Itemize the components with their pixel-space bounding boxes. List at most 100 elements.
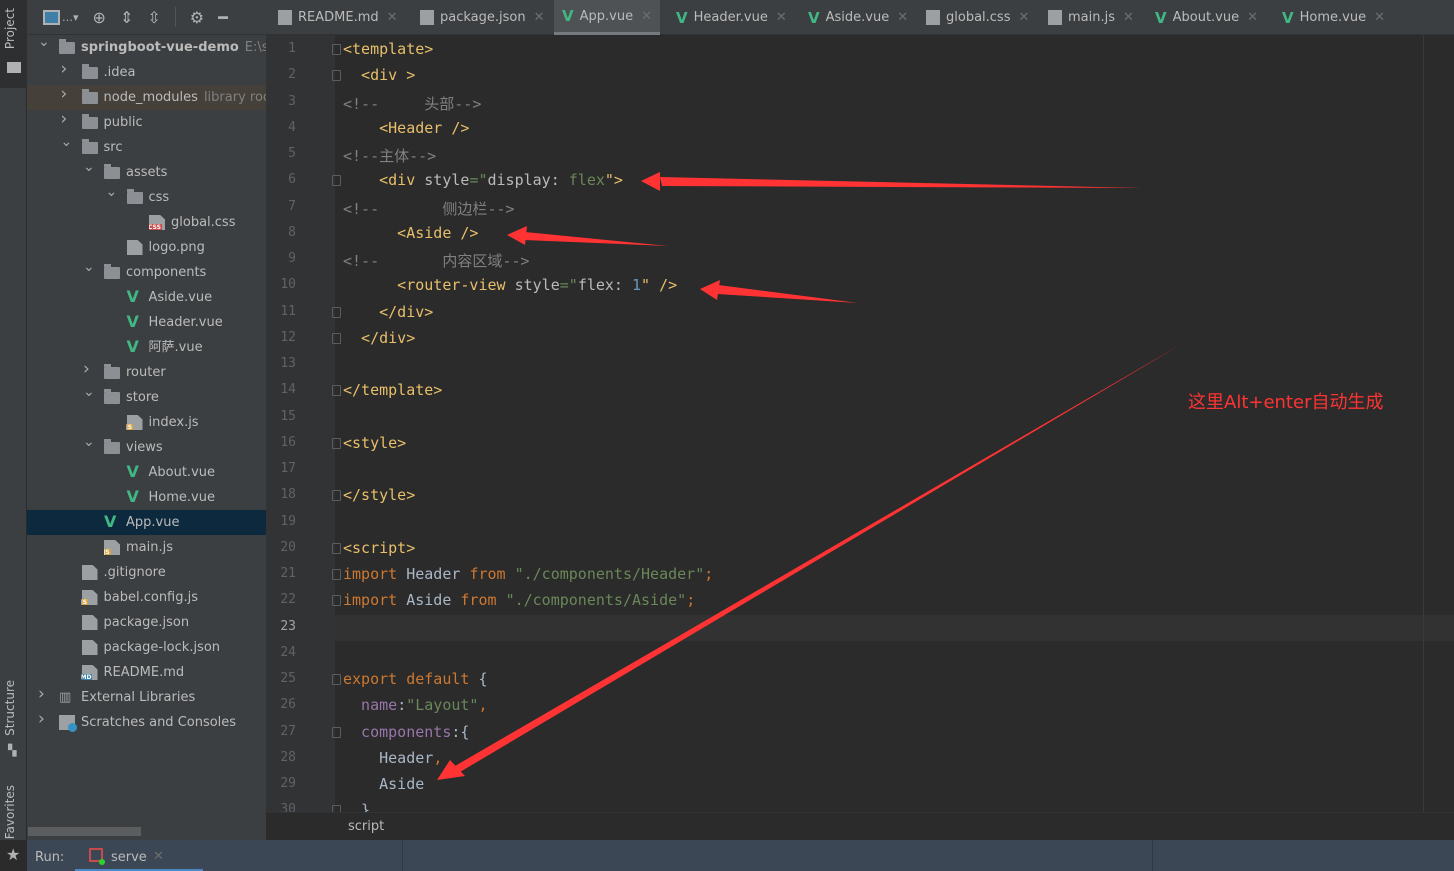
chevron-down-icon[interactable]: ⌄ [83, 160, 95, 174]
line-number: 24 [280, 644, 296, 660]
chevron-right-icon[interactable]: › [61, 111, 71, 128]
tree-item[interactable]: CSS global.css [27, 210, 266, 235]
chevron-right-icon[interactable]: › [61, 61, 71, 78]
close-icon[interactable]: ✕ [153, 849, 164, 864]
tab-global-css[interactable]: global.css ✕ [918, 0, 1037, 35]
expand-all-icon[interactable]: ⇕ [120, 8, 133, 27]
fold-marker-icon[interactable] [332, 306, 341, 318]
horizontal-scrollbar[interactable] [28, 827, 141, 836]
tab-home-vue[interactable]: V Home.vue ✕ [1274, 0, 1393, 35]
chevron-right-icon[interactable]: › [61, 86, 71, 103]
chevron-down-icon[interactable]: ⌄ [61, 135, 73, 149]
fold-marker-icon[interactable] [332, 805, 341, 812]
close-icon[interactable]: ✕ [776, 10, 787, 25]
close-icon[interactable]: ✕ [1374, 10, 1385, 25]
tree-item[interactable]: ⌄ store [27, 385, 266, 410]
tree-item[interactable]: › .idea [27, 60, 266, 85]
view-mode-dropdown[interactable]: …▾ [43, 9, 79, 25]
tree-item[interactable]: JS babel.config.js [27, 585, 266, 610]
chevron-down-icon[interactable]: ⌄ [38, 35, 50, 49]
tree-item[interactable]: JS main.js [27, 535, 266, 560]
tree-item[interactable]: package.json [27, 610, 266, 635]
tab-about-vue[interactable]: V About.vue ✕ [1147, 0, 1266, 35]
tree-item[interactable]: JS index.js [27, 410, 266, 435]
tree-item[interactable]: V App.vue [27, 510, 266, 535]
tree-item[interactable]: MD README.md [27, 660, 266, 685]
fold-marker-icon[interactable] [332, 175, 341, 187]
tree-item[interactable]: V Home.vue [27, 485, 266, 510]
breadcrumb-item[interactable]: script [348, 819, 384, 834]
tree-item[interactable]: › public [27, 110, 266, 135]
chevron-down-icon[interactable]: ⌄ [83, 435, 95, 449]
tree-item-label: components [126, 260, 206, 285]
chevron-right-icon[interactable]: › [38, 711, 48, 728]
code-editor[interactable]: 1 <template> 2 <div > 3 <!-- 头部--> 4 <Header … [266, 35, 1454, 812]
code-token: </div> [343, 328, 416, 347]
close-icon[interactable]: ✕ [1123, 10, 1134, 25]
tab-package-json[interactable]: package.json ✕ [412, 0, 553, 35]
tree-item[interactable]: ⌄ css [27, 185, 266, 210]
tree-item[interactable]: › ▥ External Libraries [27, 685, 266, 710]
tab-readme-md[interactable]: README.md ✕ [270, 0, 406, 35]
project-tool-tab[interactable]: Project [0, 0, 27, 88]
tree-item[interactable]: ⌄ assets [27, 160, 266, 185]
tree-item[interactable]: V Aside.vue [27, 285, 266, 310]
chevron-down-icon[interactable]: ⌄ [106, 185, 118, 199]
tree-item[interactable]: ⌄ views [27, 435, 266, 460]
fold-marker-icon[interactable] [332, 70, 341, 82]
tree-item[interactable]: ⌄ src [27, 135, 266, 160]
vue-file-icon: V [562, 7, 574, 25]
tree-item-name: External Libraries [81, 690, 196, 705]
tab-header-vue[interactable]: V Header.vue ✕ [668, 0, 795, 35]
close-icon[interactable]: ✕ [534, 10, 545, 25]
fold-marker-icon[interactable] [332, 385, 341, 397]
fold-marker-icon[interactable] [332, 44, 341, 55]
tree-item[interactable]: .gitignore [27, 560, 266, 585]
star-icon[interactable]: ★ [6, 845, 20, 864]
chevron-right-icon[interactable]: › [38, 686, 48, 703]
close-icon[interactable]: ✕ [1247, 10, 1258, 25]
fold-marker-icon[interactable] [332, 332, 341, 344]
fold-marker-icon[interactable] [332, 726, 341, 738]
structure-tab[interactable]: Structure [3, 680, 17, 736]
fold-marker-icon[interactable] [332, 437, 341, 449]
tree-item[interactable]: › router [27, 360, 266, 385]
minimize-icon[interactable]: ━ [218, 8, 228, 27]
json-file-icon [420, 10, 434, 25]
favorites-tab[interactable]: Favorites [3, 785, 17, 839]
tab-aside-vue[interactable]: V Aside.vue ✕ [800, 0, 916, 35]
tree-item[interactable]: package-lock.json [27, 635, 266, 660]
tree-item[interactable]: › node_modules library root [27, 85, 266, 110]
tab-app-vue[interactable]: V App.vue ✕ [554, 0, 660, 35]
code-token: 1 [632, 276, 642, 295]
tree-item[interactable]: logo.png [27, 235, 266, 260]
chevron-down-icon[interactable]: ⌄ [83, 385, 95, 399]
project-tab-label: Project [3, 8, 17, 50]
fold-marker-icon[interactable] [332, 595, 341, 607]
locate-icon[interactable]: ⊕ [93, 8, 106, 27]
tree-item[interactable]: V About.vue [27, 460, 266, 485]
json-file-icon [81, 640, 98, 655]
close-icon[interactable]: ✕ [897, 10, 908, 25]
fold-marker-icon[interactable] [332, 542, 341, 554]
tree-item[interactable]: V Header.vue [27, 310, 266, 335]
tree-item-name: package-lock.json [103, 640, 221, 655]
tree-item[interactable]: ⌄ components [27, 260, 266, 285]
gear-icon[interactable]: ⚙ [190, 8, 204, 27]
close-icon[interactable]: ✕ [387, 10, 398, 25]
chevron-down-icon[interactable]: ⌄ [83, 260, 95, 274]
close-icon[interactable]: ✕ [641, 9, 652, 24]
tab-main-js[interactable]: main.js ✕ [1040, 0, 1142, 35]
running-indicator-icon [99, 859, 105, 865]
run-tab-serve[interactable]: serve ✕ [75, 840, 203, 871]
fold-marker-icon[interactable] [332, 490, 341, 502]
vue-file-icon: V [676, 8, 688, 27]
collapse-all-icon[interactable]: ⇳ [147, 8, 160, 27]
tree-item[interactable]: V 阿萨.vue [27, 335, 266, 360]
tree-item[interactable]: ⌄ springboot-vue-demo E:\sp [27, 35, 266, 60]
fold-marker-icon[interactable] [332, 674, 341, 685]
close-icon[interactable]: ✕ [1018, 10, 1029, 25]
chevron-right-icon[interactable]: › [83, 361, 93, 378]
fold-marker-icon[interactable] [332, 569, 341, 580]
tree-item[interactable]: › Scratches and Consoles [27, 710, 266, 735]
